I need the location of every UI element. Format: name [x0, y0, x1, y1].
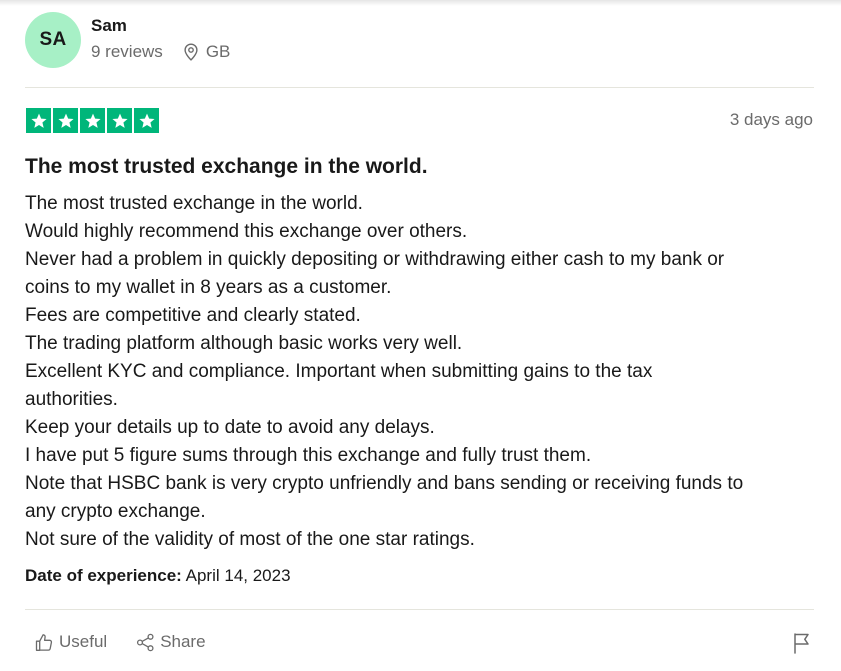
experience-label: Date of experience:: [25, 566, 182, 585]
top-shadow: [0, 0, 841, 6]
star-icon: [26, 108, 51, 133]
review-body-line: any crypto exchange.: [25, 501, 206, 522]
review-actions: Useful Share: [35, 632, 206, 652]
share-icon: [136, 633, 160, 652]
review-body-line: Not sure of the validity of most of the …: [25, 529, 475, 550]
star-icon: [107, 108, 132, 133]
share-label: Share: [160, 632, 206, 651]
reviewer-info: Sam 9 reviews GB: [91, 15, 230, 62]
star-icon: [53, 108, 78, 133]
footer-divider: [25, 609, 814, 610]
experience-date: April 14, 2023: [185, 566, 291, 585]
review-count: 9 reviews: [91, 41, 163, 61]
star-icon: [134, 108, 159, 133]
star-rating: [26, 108, 159, 133]
review-date: 3 days ago: [729, 110, 813, 129]
review-body-line: Excellent KYC and compliance. Important …: [25, 361, 653, 382]
reviewer-name[interactable]: Sam: [91, 15, 230, 37]
review-body-line: Note that HSBC bank is very crypto unfri…: [25, 473, 744, 494]
useful-label: Useful: [59, 632, 108, 651]
review-body-line: Would highly recommend this exchange ove…: [25, 221, 468, 242]
reviewer-header: SA Sam 9 reviews GB: [25, 12, 230, 68]
share-button[interactable]: Share: [136, 632, 206, 652]
review-body-line: I have put 5 figure sums through this ex…: [25, 445, 592, 466]
reviewer-meta: 9 reviews GB: [91, 42, 230, 62]
review-body-line: Never had a problem in quickly depositin…: [25, 249, 725, 270]
review-body: The most trusted exchange in the world. W…: [25, 190, 820, 554]
review-body-line: coins to my wallet in 8 years as a custo…: [25, 277, 392, 298]
review-body-line: The most trusted exchange in the world.: [25, 193, 363, 214]
review-body-line: Fees are competitive and clearly stated.: [25, 305, 361, 326]
avatar[interactable]: SA: [25, 12, 81, 68]
review-body-line: Keep your details up to date to avoid an…: [25, 417, 435, 438]
useful-button[interactable]: Useful: [35, 632, 107, 652]
flag-icon[interactable]: [792, 632, 812, 654]
date-of-experience: Date of experience: April 14, 2023: [25, 566, 291, 586]
location-pin-icon: [183, 42, 199, 61]
review-body-line: The trading platform although basic work…: [25, 333, 463, 354]
reviewer-country: GB: [205, 41, 231, 61]
header-divider: [25, 87, 814, 88]
review-body-line: authorities.: [25, 389, 118, 410]
star-icon: [80, 108, 105, 133]
thumbs-up-icon: [35, 633, 59, 652]
review-title[interactable]: The most trusted exchange in the world.: [25, 154, 428, 180]
